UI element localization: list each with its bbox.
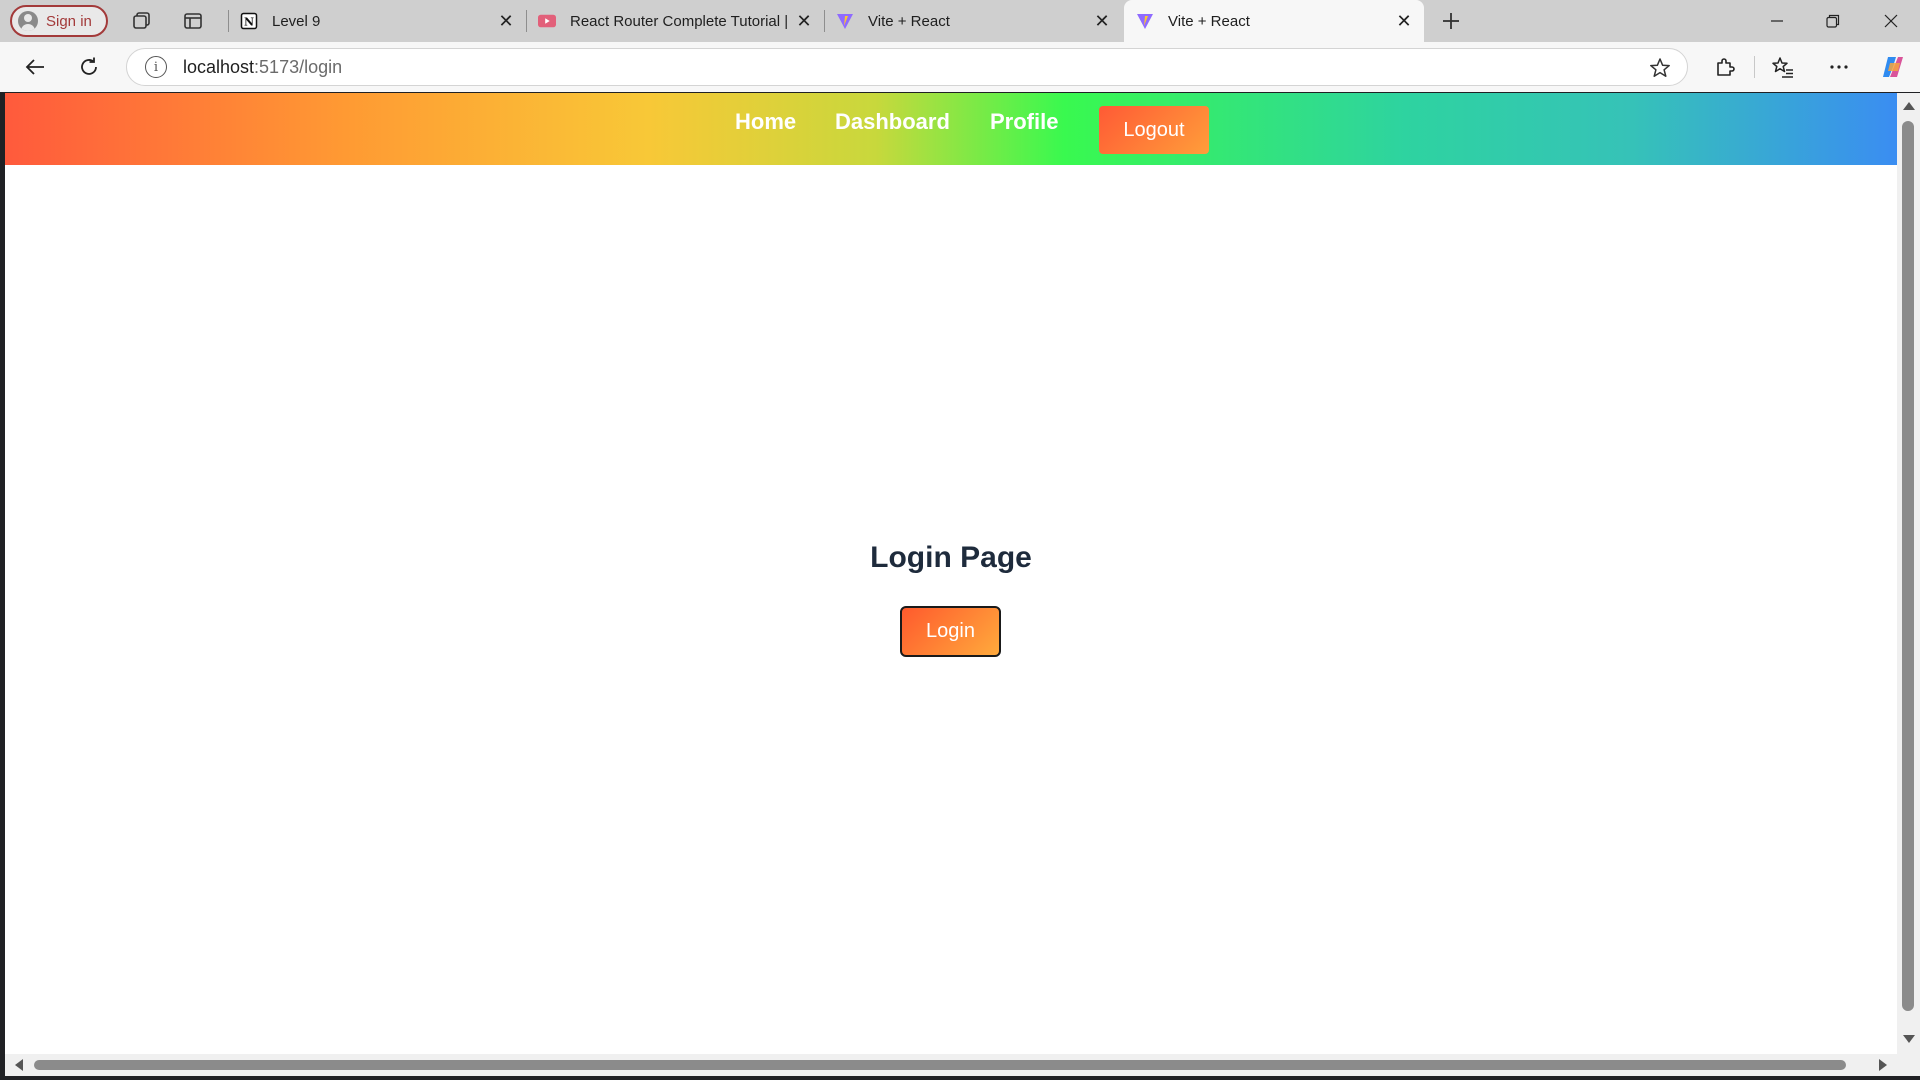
- address-bar[interactable]: i localhost:5173/login: [126, 48, 1688, 86]
- sign-in-label: Sign in: [46, 12, 92, 30]
- horizontal-scroll-thumb[interactable]: [34, 1060, 1846, 1070]
- nav-link-dashboard[interactable]: Dashboard: [835, 109, 950, 135]
- close-tab-icon[interactable]: ✕: [792, 9, 816, 33]
- tab-title: Level 9: [272, 12, 321, 30]
- restore-icon[interactable]: [1820, 8, 1846, 34]
- horizontal-scrollbar[interactable]: [5, 1054, 1897, 1076]
- profile-icon: [18, 11, 38, 31]
- url-path: :5173/login: [254, 56, 343, 77]
- tab-level-9[interactable]: N Level 9 ✕: [228, 0, 526, 42]
- workspaces-icon[interactable]: [129, 9, 153, 33]
- scroll-up-icon[interactable]: [1903, 102, 1915, 110]
- close-window-icon[interactable]: [1878, 8, 1904, 34]
- nav-link-profile[interactable]: Profile: [990, 109, 1058, 135]
- sign-in-button[interactable]: Sign in: [10, 5, 108, 37]
- reload-icon[interactable]: [74, 52, 104, 82]
- scroll-right-icon[interactable]: [1879, 1059, 1887, 1071]
- tab-title: React Router Complete Tutorial |: [570, 12, 789, 30]
- minimize-icon[interactable]: [1764, 8, 1790, 34]
- vite-icon: [836, 12, 854, 30]
- tab-vite-react[interactable]: Vite + React ✕: [824, 0, 1122, 42]
- window-bottom-edge: [0, 1076, 1920, 1080]
- site-info-icon[interactable]: i: [145, 56, 167, 78]
- youtube-icon: [538, 12, 556, 30]
- page-viewport: Home Dashboard Profile Logout Login Page…: [5, 93, 1901, 1060]
- copilot-icon[interactable]: [1878, 52, 1908, 82]
- close-tab-icon[interactable]: ✕: [1392, 9, 1416, 33]
- vite-icon: [1136, 12, 1154, 30]
- notion-icon: N: [240, 12, 258, 30]
- app-navbar: Home Dashboard Profile Logout: [5, 93, 1897, 165]
- logout-button[interactable]: Logout: [1099, 106, 1209, 154]
- scroll-down-icon[interactable]: [1903, 1035, 1915, 1043]
- tab-title: Vite + React: [868, 12, 950, 30]
- more-options-icon[interactable]: [1824, 52, 1854, 82]
- url-host: localhost: [183, 56, 255, 77]
- vertical-scrollbar[interactable]: [1897, 93, 1920, 1060]
- page-title: Login Page: [870, 541, 1032, 574]
- new-tab-icon[interactable]: [1439, 9, 1463, 33]
- svg-text:N: N: [244, 16, 254, 29]
- tab-vite-react-active[interactable]: Vite + React ✕: [1124, 0, 1424, 42]
- login-button[interactable]: Login: [900, 606, 1001, 657]
- nav-link-home[interactable]: Home: [735, 109, 796, 135]
- close-tab-icon[interactable]: ✕: [494, 9, 518, 33]
- vertical-scroll-thumb[interactable]: [1902, 121, 1914, 1011]
- browser-toolbar: i localhost:5173/login: [0, 42, 1920, 92]
- tab-actions-icon[interactable]: [181, 9, 205, 33]
- extensions-icon[interactable]: [1710, 52, 1740, 82]
- tab-strip: Sign in N Level 9 ✕ React Router Complet…: [0, 0, 1920, 42]
- favorite-star-icon[interactable]: [1649, 57, 1671, 79]
- toolbar-separator: [1754, 56, 1755, 78]
- favorites-icon[interactable]: [1768, 52, 1798, 82]
- scrollbar-corner: [1897, 1054, 1920, 1076]
- scroll-left-icon[interactable]: [15, 1059, 23, 1071]
- tab-title: Vite + React: [1168, 12, 1250, 30]
- tab-react-router-tutorial[interactable]: React Router Complete Tutorial | ✕: [526, 0, 824, 42]
- back-icon[interactable]: [20, 52, 50, 82]
- close-tab-icon[interactable]: ✕: [1090, 9, 1114, 33]
